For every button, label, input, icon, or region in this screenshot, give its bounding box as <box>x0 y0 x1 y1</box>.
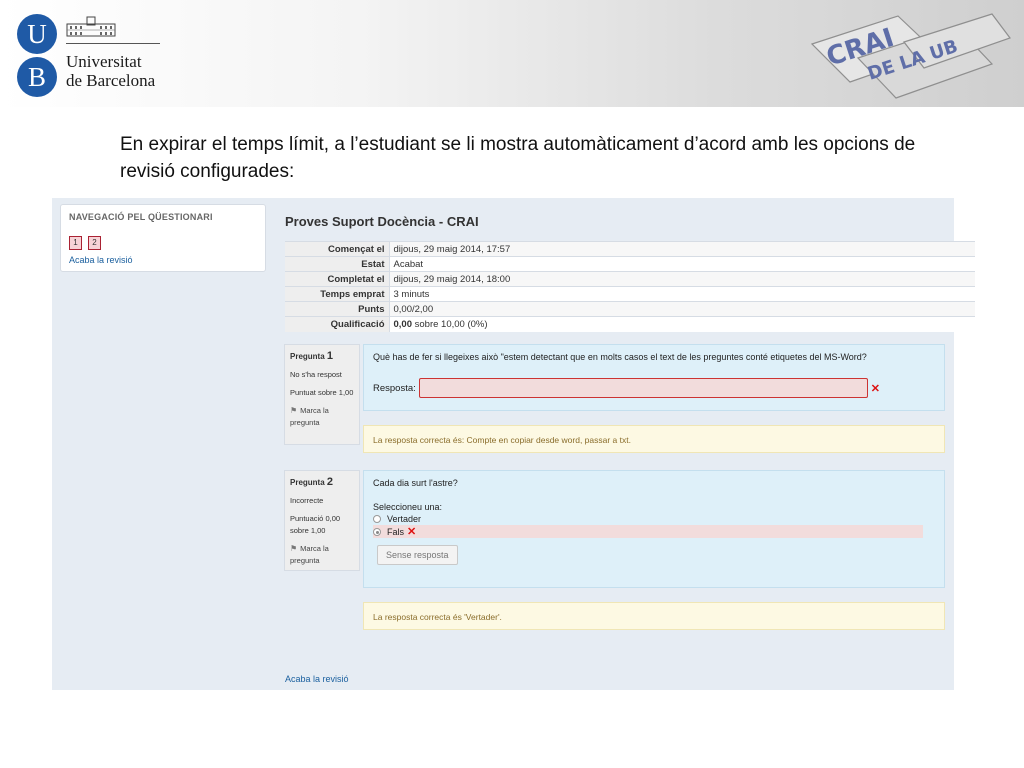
option-fals[interactable]: Fals ✕ <box>373 525 923 538</box>
summary-value: 3 minuts <box>389 286 975 302</box>
question-2-info: Pregunta 2 Incorrecte Puntuació 0,00 sob… <box>284 470 360 571</box>
summary-value: Acabat <box>389 256 975 272</box>
summary-value: dijous, 29 maig 2014, 17:57 <box>389 241 975 257</box>
quiz-navigation-block: NAVEGACIÓ PEL QÜESTIONARI 1 2 Acaba la r… <box>60 204 266 272</box>
answer-label: Resposta: <box>373 382 416 394</box>
question-2-state: Incorrecte <box>290 496 324 505</box>
option-vertader[interactable]: Vertader <box>373 512 935 525</box>
question-2-mark: Puntuació 0,00 sobre 1,00 <box>290 514 341 535</box>
ub-name: Universitat de Barcelona <box>66 52 155 90</box>
ub-name-line-1: Universitat <box>66 52 142 71</box>
radio-button[interactable] <box>373 514 381 523</box>
summary-value: 0,00/2,00 <box>389 301 975 317</box>
summary-label: Completat el <box>285 271 390 287</box>
incorrect-icon: ✕ <box>870 382 880 395</box>
logo-divider <box>66 43 160 44</box>
header-banner: U B Universitat de Barcelona CRAI DE LA … <box>0 0 1024 107</box>
question-1-feedback: La resposta correcta és: Compte en copia… <box>363 425 945 453</box>
option-label: Fals <box>387 526 405 537</box>
summary-row: Qualificació 0,00 sobre 10,00 (0%) <box>285 316 975 332</box>
summary-label: Estat <box>285 256 390 272</box>
summary-value: dijous, 29 maig 2014, 18:00 <box>389 271 975 287</box>
quiz-title: Proves Suport Docència - CRAI <box>285 214 479 229</box>
quiz-navigation-title: NAVEGACIÓ PEL QÜESTIONARI <box>69 212 213 222</box>
ub-name-line-2: de Barcelona <box>66 71 156 90</box>
summary-row: Estat Acabat <box>285 256 975 272</box>
summary-row: Completat el dijous, 29 maig 2014, 18:00 <box>285 271 975 287</box>
question-1-text: Què has de fer si llegeixes això "estem … <box>373 352 867 362</box>
question-2-number: Pregunta 2 <box>290 476 334 488</box>
summary-label: Temps emprat <box>285 286 390 302</box>
finish-review-bottom-link[interactable]: Acaba la revisió <box>285 674 349 684</box>
summary-row: Començat el dijous, 29 maig 2014, 17:57 <box>285 241 975 257</box>
question-2-prompt: Seleccioneu una: <box>373 502 443 512</box>
question-2-content: Cada dia surt l'astre? Seleccioneu una: … <box>363 470 945 588</box>
ub-logo: U B Universitat de Barcelona <box>16 13 166 98</box>
question-1-answer-row: Resposta: ✕ <box>373 378 935 398</box>
quiz-review-screenshot: NAVEGACIÓ PEL QÜESTIONARI 1 2 Acaba la r… <box>52 198 975 690</box>
incorrect-icon: ✕ <box>407 526 417 538</box>
summary-value: 0,00 sobre 10,00 (0%) <box>389 316 975 332</box>
question-1-flag-link[interactable]: ⚑ Marca la pregunta <box>290 405 354 429</box>
summary-row: Punts 0,00/2,00 <box>285 301 975 317</box>
question-2-feedback: La resposta correcta és 'Vertader'. <box>363 602 945 630</box>
question-1-mark: Puntuat sobre 1,00 <box>290 388 354 397</box>
university-building-icon <box>66 16 116 37</box>
summary-label: Qualificació <box>285 316 390 332</box>
nav-question-1-button[interactable]: 1 <box>69 236 82 250</box>
grade-rest: sobre 10,00 (0%) <box>412 318 488 330</box>
question-1-answer-input[interactable] <box>418 378 868 398</box>
nav-question-2-button[interactable]: 2 <box>88 236 101 250</box>
question-1-content: Què has de fer si llegeixes això "estem … <box>363 344 945 411</box>
ub-logo-b: B <box>17 57 57 97</box>
question-1-state: No s'ha respost <box>290 370 342 379</box>
grade-value: 0,00 <box>393 318 413 330</box>
flag-icon: ⚑ <box>290 406 298 415</box>
radio-button-selected[interactable] <box>373 527 381 536</box>
flag-icon: ⚑ <box>290 544 298 553</box>
ub-logo-u: U <box>17 14 57 54</box>
question-2-flag-link[interactable]: ⚑ Marca la pregunta <box>290 543 354 567</box>
attempt-summary-table: Començat el dijous, 29 maig 2014, 17:57 … <box>285 241 975 332</box>
question-2-text: Cada dia surt l'astre? <box>373 478 458 488</box>
question-1-number: Pregunta 1 <box>290 350 334 362</box>
summary-row: Temps emprat 3 minuts <box>285 286 975 302</box>
intro-text: En expirar el temps límit, a l’estudiant… <box>120 134 916 182</box>
summary-label: Començat el <box>285 241 390 257</box>
summary-label: Punts <box>285 301 390 317</box>
question-1-info: Pregunta 1 No s'ha respost Puntuat sobre… <box>284 344 360 445</box>
finish-review-link[interactable]: Acaba la revisió <box>69 255 133 265</box>
crai-ub-logo: CRAI DE LA UB <box>810 13 1011 99</box>
option-label: Vertader <box>387 513 422 524</box>
no-answer-button[interactable]: Sense resposta <box>377 545 458 565</box>
